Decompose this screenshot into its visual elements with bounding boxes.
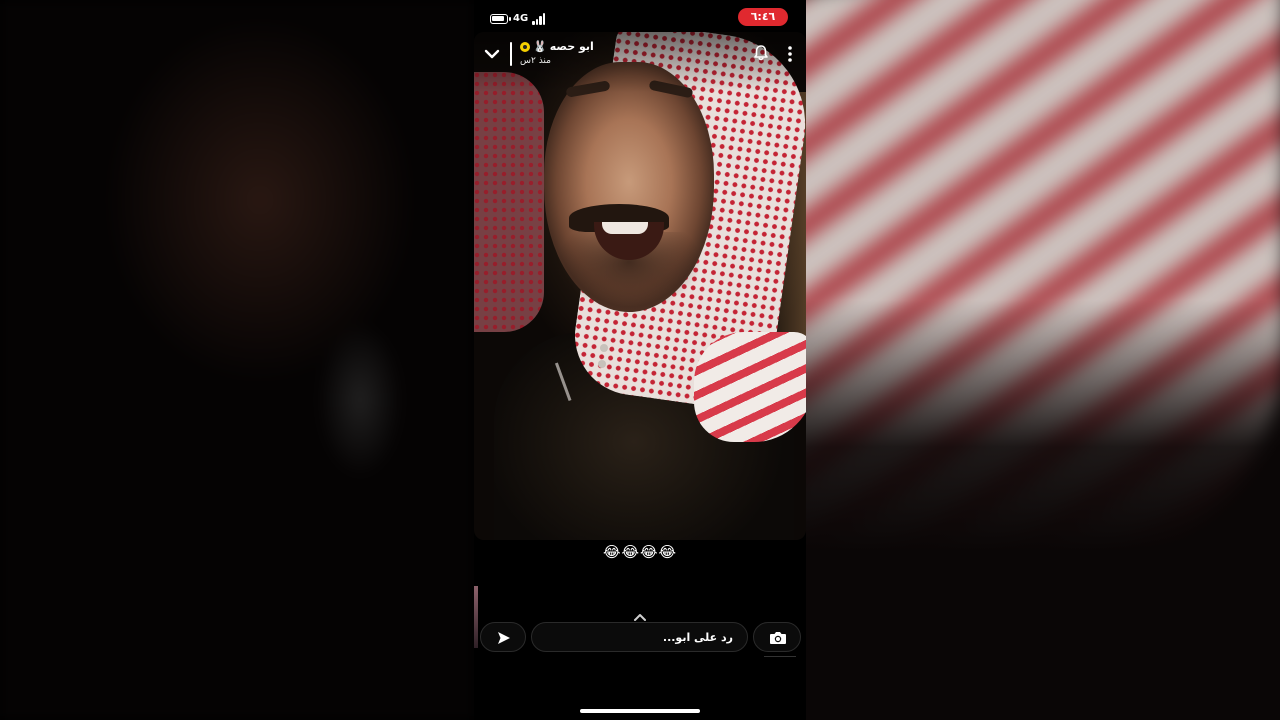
status-time: ٦:٤٦ bbox=[738, 8, 788, 26]
chevron-down-icon[interactable] bbox=[484, 46, 500, 62]
reply-input[interactable]: رد على ابو... bbox=[531, 622, 748, 652]
phone-screen: 4G ٦:٤٦ 🐰 ابو حصه منذ ٢س 😂😂😂😂 رد على ابو… bbox=[474, 0, 806, 720]
camera-icon bbox=[770, 632, 786, 644]
story-ring-icon bbox=[520, 41, 530, 52]
story-time-ago: منذ ٢س bbox=[520, 56, 551, 66]
story-header: 🐰 ابو حصه منذ ٢س bbox=[474, 32, 806, 76]
story-media[interactable] bbox=[474, 32, 806, 540]
camera-button[interactable] bbox=[753, 622, 801, 652]
send-button[interactable] bbox=[480, 622, 526, 652]
bell-icon[interactable] bbox=[752, 44, 770, 62]
status-bar: 4G ٦:٤٦ bbox=[474, 0, 806, 34]
header-divider bbox=[510, 42, 512, 66]
blurred-background-left bbox=[0, 0, 474, 720]
story-user[interactable]: 🐰 ابو حصه bbox=[520, 40, 594, 53]
more-vertical-icon[interactable] bbox=[782, 45, 798, 63]
home-indicator[interactable] bbox=[580, 709, 700, 713]
send-icon bbox=[498, 632, 510, 644]
rabbit-emoji: 🐰 bbox=[533, 40, 547, 53]
chevron-up-icon[interactable] bbox=[632, 607, 648, 621]
user-name: ابو حصه bbox=[549, 40, 594, 53]
story-caption: 😂😂😂😂 bbox=[602, 543, 678, 561]
network-type: 4G bbox=[513, 13, 529, 24]
battery-icon bbox=[490, 14, 511, 24]
signal-bars-icon bbox=[532, 13, 546, 25]
blurred-background-right bbox=[806, 0, 1280, 720]
